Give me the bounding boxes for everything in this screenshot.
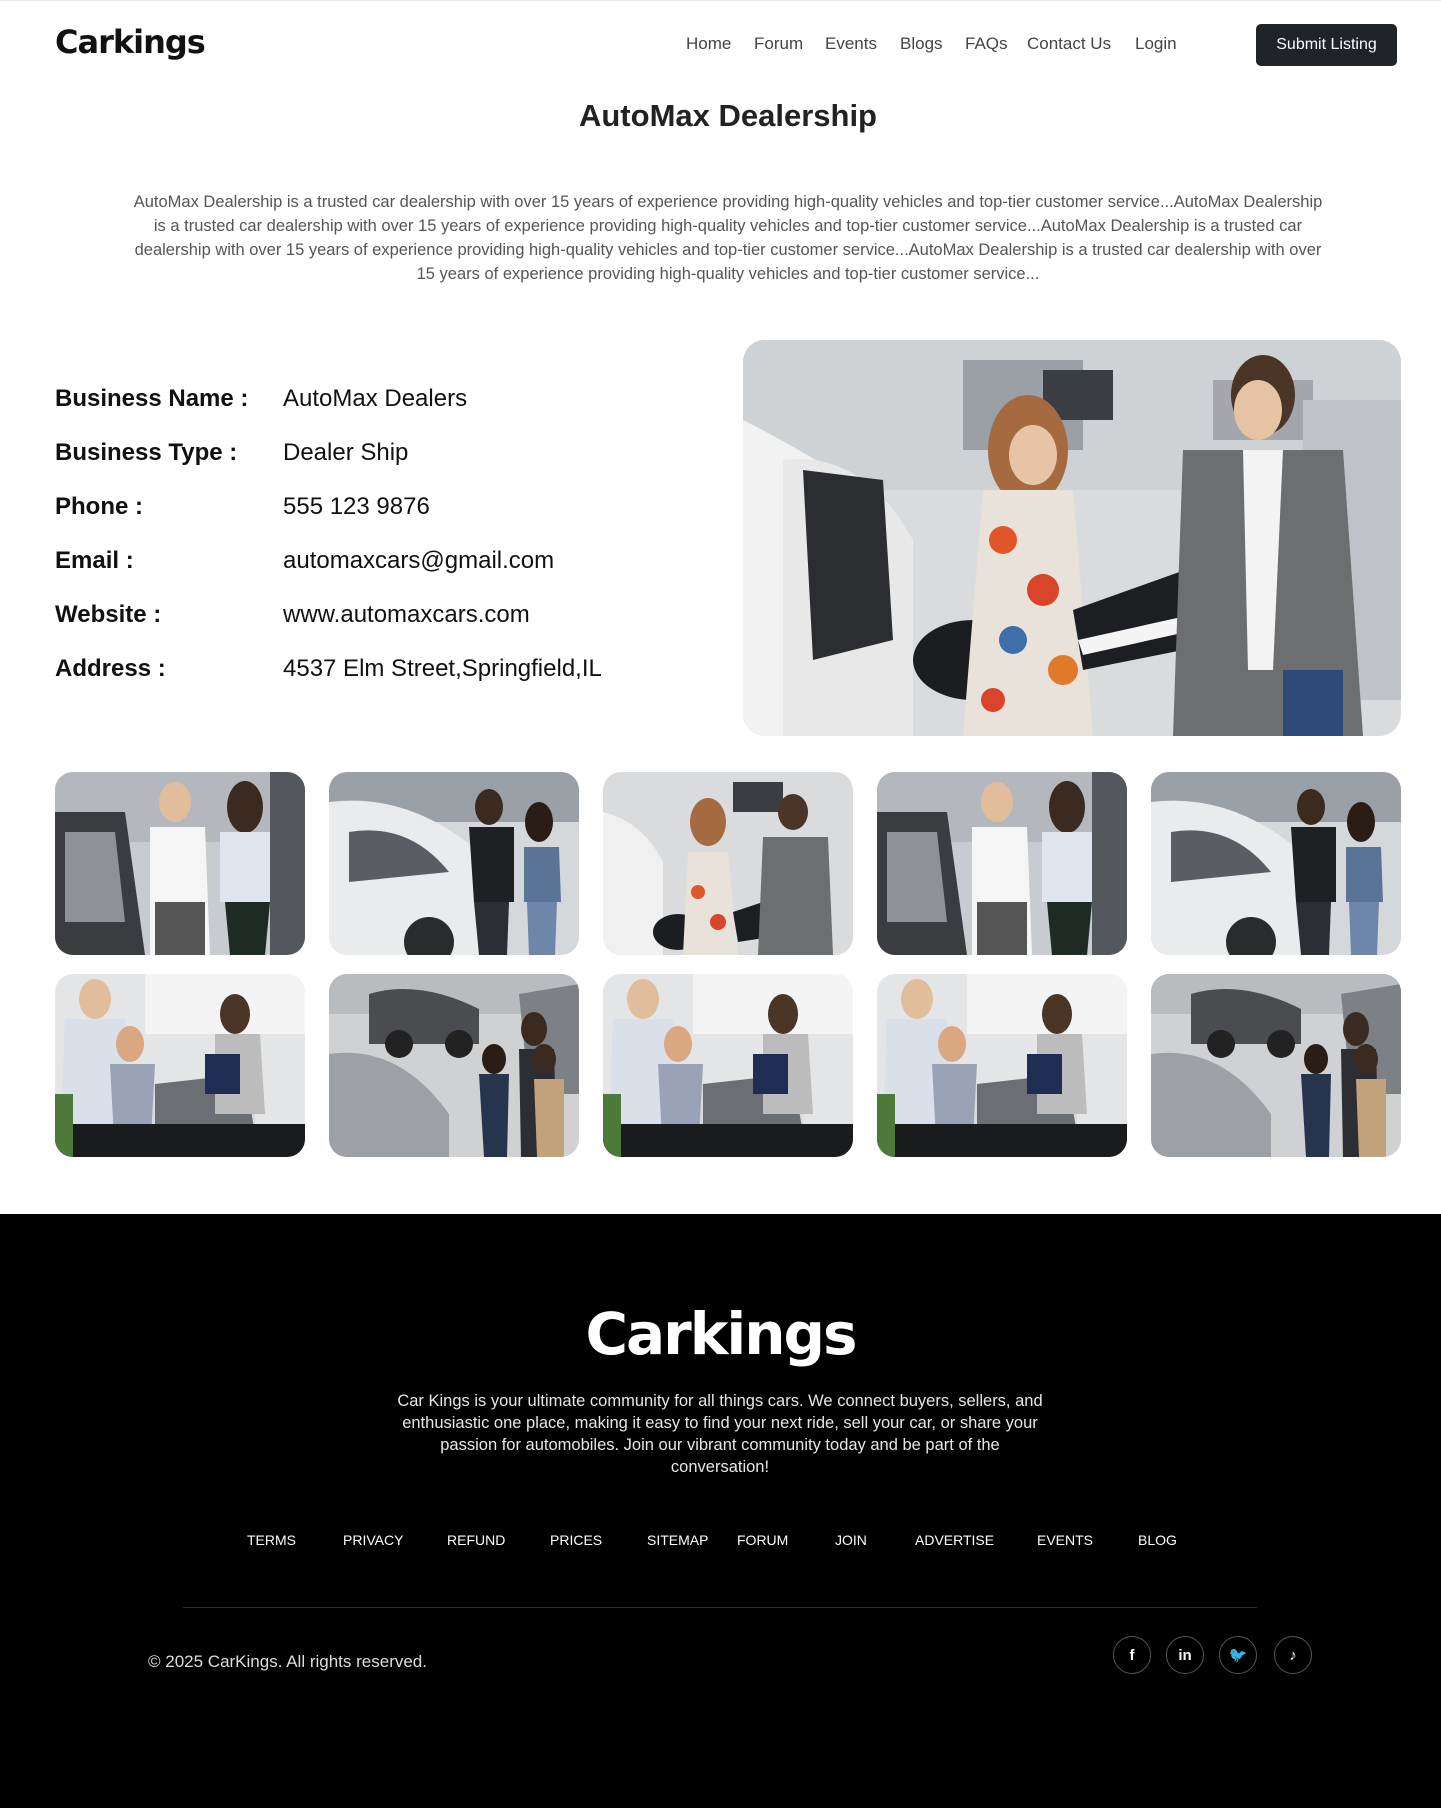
footer-link-events[interactable]: EVENTS bbox=[1037, 1532, 1093, 1548]
detail-label: Website : bbox=[55, 601, 162, 628]
gallery-photo[interactable] bbox=[877, 772, 1127, 955]
copyright-text: © 2025 CarKings. All rights reserved. bbox=[148, 1652, 427, 1671]
detail-label: Business Type : bbox=[55, 439, 238, 466]
nav-faqs[interactable]: FAQs bbox=[965, 34, 1008, 54]
site-footer: Carkings Car Kings is your ultimate comm… bbox=[0, 1214, 1441, 1808]
site-logo[interactable]: Carkings bbox=[55, 23, 206, 61]
page-title: AutoMax Dealership bbox=[578, 98, 877, 133]
gallery-photo[interactable] bbox=[877, 974, 1127, 1157]
detail-label: Email : bbox=[55, 547, 134, 574]
gallery-photo[interactable] bbox=[55, 974, 305, 1157]
gallery-photo[interactable] bbox=[329, 974, 579, 1157]
linkedin-icon[interactable]: in bbox=[1166, 1636, 1204, 1674]
gallery-photo[interactable] bbox=[603, 974, 853, 1157]
hero-photo bbox=[743, 340, 1401, 736]
footer-link-join[interactable]: JOIN bbox=[835, 1532, 867, 1548]
gallery-photo[interactable] bbox=[603, 772, 853, 955]
nav-events[interactable]: Events bbox=[825, 34, 877, 54]
gallery-photo[interactable] bbox=[55, 772, 305, 955]
footer-link-terms[interactable]: TERMS bbox=[247, 1532, 296, 1548]
footer-link-prices[interactable]: PRICES bbox=[550, 1532, 602, 1548]
nav-home[interactable]: Home bbox=[686, 34, 731, 54]
detail-address: Address : 4537 Elm Street,Springfield,IL bbox=[55, 655, 695, 695]
detail-label: Address : bbox=[55, 655, 166, 682]
footer-logo[interactable]: Carkings bbox=[0, 1300, 1441, 1368]
footer-link-forum[interactable]: FORUM bbox=[737, 1532, 788, 1548]
detail-value: 555 123 9876 bbox=[283, 493, 430, 520]
page-description: AutoMax Dealership is a trusted car deal… bbox=[133, 193, 1323, 283]
gallery-photo[interactable] bbox=[329, 772, 579, 955]
footer-link-advertise[interactable]: ADVERTISE bbox=[915, 1532, 994, 1548]
detail-business-name: Business Name : AutoMax Dealers bbox=[55, 385, 695, 425]
detail-phone: Phone : 555 123 9876 bbox=[55, 493, 695, 533]
site-header: Carkings Home Forum Events Blogs FAQs Co… bbox=[0, 0, 1441, 88]
twitter-icon[interactable]: 🐦 bbox=[1219, 1636, 1257, 1674]
detail-website: Website : www.automaxcars.com bbox=[55, 601, 695, 641]
submit-listing-button[interactable]: Submit Listing bbox=[1256, 24, 1397, 66]
detail-label: Phone : bbox=[55, 493, 143, 520]
nav-login[interactable]: Login bbox=[1135, 34, 1177, 54]
detail-value: 4537 Elm Street,Springfield,IL bbox=[283, 655, 602, 682]
footer-description: Car Kings is your ultimate community for… bbox=[397, 1392, 1043, 1476]
footer-links: TERMS PRIVACY REFUND PRICES SITEMAP FORU… bbox=[0, 1532, 1441, 1552]
gallery-photo[interactable] bbox=[1151, 772, 1401, 955]
nav-forum[interactable]: Forum bbox=[754, 34, 803, 54]
logo-text: Carkings bbox=[55, 23, 206, 61]
footer-link-sitemap[interactable]: SITEMAP bbox=[647, 1532, 708, 1548]
detail-label: Business Name : bbox=[55, 385, 249, 412]
detail-value: Dealer Ship bbox=[283, 439, 409, 466]
footer-link-blog[interactable]: BLOG bbox=[1138, 1532, 1177, 1548]
gallery-photo[interactable] bbox=[1151, 974, 1401, 1157]
detail-value: automaxcars@gmail.com bbox=[283, 547, 555, 574]
nav-contact-us[interactable]: Contact Us bbox=[1027, 34, 1111, 54]
footer-link-privacy[interactable]: PRIVACY bbox=[343, 1532, 403, 1548]
detail-business-type: Business Type : Dealer Ship bbox=[55, 439, 695, 479]
footer-link-refund[interactable]: REFUND bbox=[447, 1532, 505, 1548]
detail-value: AutoMax Dealers bbox=[283, 385, 468, 412]
footer-divider bbox=[183, 1607, 1257, 1608]
detail-email: Email : automaxcars@gmail.com bbox=[55, 547, 695, 587]
facebook-icon[interactable]: f bbox=[1113, 1636, 1151, 1674]
nav-blogs[interactable]: Blogs bbox=[900, 34, 943, 54]
detail-value: www.automaxcars.com bbox=[283, 601, 530, 628]
tiktok-icon[interactable]: ♪ bbox=[1274, 1636, 1312, 1674]
